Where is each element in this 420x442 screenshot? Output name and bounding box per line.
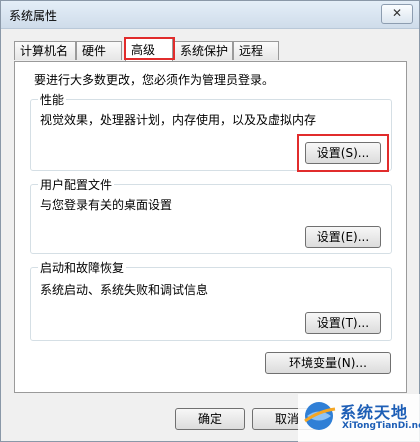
watermark-title: 系统天地 xyxy=(340,403,409,422)
admin-note: 要进行大多数更改，您必须作为管理员登录。 xyxy=(34,73,275,87)
site-watermark: 系统天地 XiTongTianDi.net xyxy=(298,394,420,442)
tab-computer-name[interactable]: 计算机名 xyxy=(14,41,76,60)
ok-button[interactable]: 确定 xyxy=(175,408,245,430)
user-profiles-description: 与您登录有关的桌面设置 xyxy=(40,198,173,212)
performance-group-title: 性能 xyxy=(38,91,67,108)
startup-recovery-description: 系统启动、系统失败和调试信息 xyxy=(40,283,209,297)
tab-hardware[interactable]: 硬件 xyxy=(76,41,122,60)
tab-system-protection[interactable]: 系统保护 xyxy=(174,41,233,60)
window-title: 系统属性 xyxy=(9,9,58,23)
title-bar[interactable]: 系统属性 ✕ xyxy=(1,1,419,29)
tab-highlight-box xyxy=(124,37,175,60)
user-profiles-settings-button[interactable]: 设置(E)... xyxy=(305,226,381,248)
system-properties-window: 系统属性 ✕ 计算机名 硬件 高级 系统保护 远程 要进行大多数更改，您必须作为… xyxy=(0,0,420,442)
close-button[interactable]: ✕ xyxy=(381,4,413,24)
environment-variables-button[interactable]: 环境变量(N)... xyxy=(265,352,391,374)
globe-logo-icon xyxy=(304,402,336,430)
watermark-subtitle: XiTongTianDi.net xyxy=(342,421,420,431)
startup-recovery-group-title: 启动和故障恢复 xyxy=(38,259,127,276)
startup-recovery-settings-button[interactable]: 设置(T)... xyxy=(305,312,381,334)
user-profiles-group-title: 用户配置文件 xyxy=(38,176,115,193)
settings-highlight-box xyxy=(297,134,389,172)
performance-description: 视觉效果，处理器计划，内存使用，以及及虚拟内存 xyxy=(40,113,317,127)
tab-remote[interactable]: 远程 xyxy=(233,41,279,60)
